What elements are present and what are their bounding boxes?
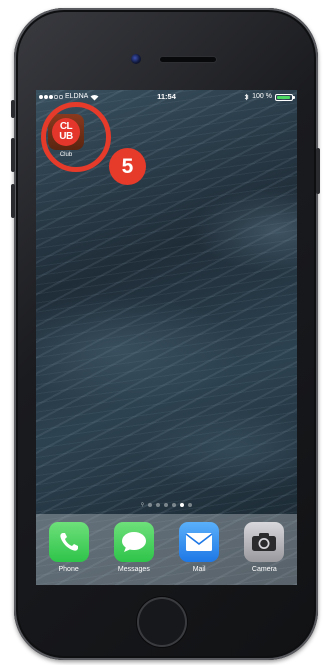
dock-app-phone[interactable]: Phone xyxy=(44,522,94,573)
page-dot xyxy=(164,503,169,507)
bluetooth-icon xyxy=(244,93,249,101)
dock-app-camera[interactable]: Camera xyxy=(239,522,289,573)
highlight-circle xyxy=(41,102,111,172)
dock-label-phone: Phone xyxy=(58,566,79,573)
dock-label-messages: Messages xyxy=(117,566,150,573)
page-dot xyxy=(188,503,193,507)
dock-label-mail: Mail xyxy=(192,566,206,573)
status-right: 100 % xyxy=(244,90,295,104)
page-indicator[interactable]: ⚲ xyxy=(36,502,297,508)
phone-icon xyxy=(48,522,89,562)
step-number-badge: 5 xyxy=(109,148,146,185)
page-dot xyxy=(148,503,153,507)
spotlight-search-icon: ⚲ xyxy=(140,502,145,508)
page-dot xyxy=(156,503,161,507)
mute-switch xyxy=(11,100,15,118)
battery-icon xyxy=(275,93,295,101)
page-dot-active xyxy=(180,503,185,507)
home-button[interactable] xyxy=(137,597,187,647)
dock-label-camera: Camera xyxy=(251,566,277,573)
camera-icon xyxy=(244,522,285,562)
messages-icon xyxy=(113,522,154,562)
volume-up-button xyxy=(11,138,15,172)
page-dot xyxy=(172,503,177,507)
front-camera xyxy=(131,54,141,64)
battery-percent: 100 % xyxy=(252,93,272,100)
power-button xyxy=(316,148,320,194)
earpiece-speaker xyxy=(160,57,216,62)
volume-down-button xyxy=(11,184,15,218)
dock-app-messages[interactable]: Messages xyxy=(109,522,159,573)
dock-app-mail[interactable]: Mail xyxy=(174,522,224,573)
dock: Phone Messages Mail Camera xyxy=(36,514,297,585)
mail-icon xyxy=(179,522,220,562)
